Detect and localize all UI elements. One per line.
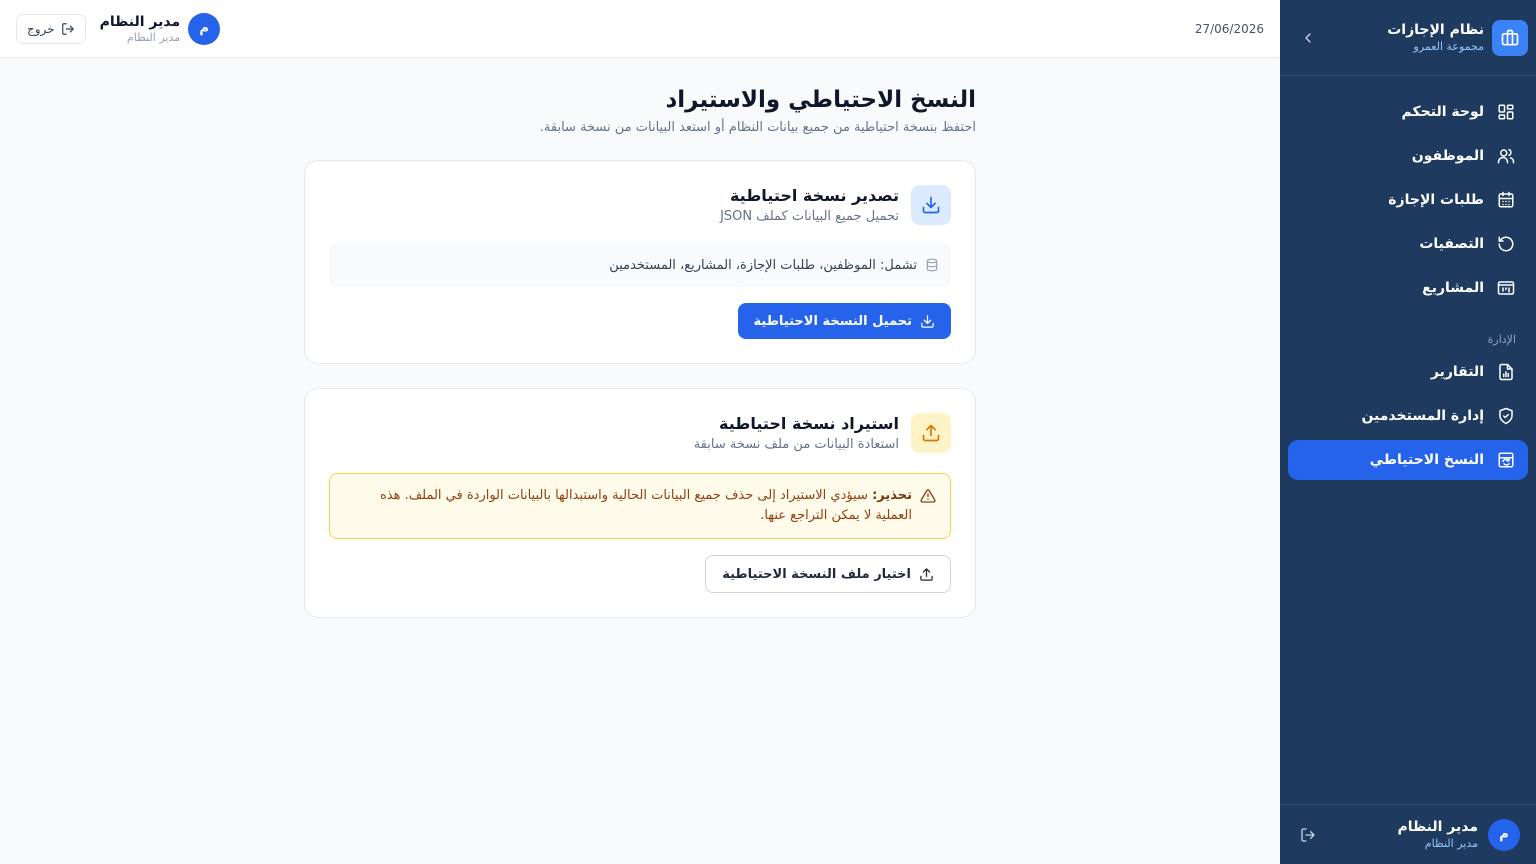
- rotate-icon: [1496, 234, 1516, 254]
- page-subtitle: احتفظ بنسخة احتياطية من جميع بيانات النظ…: [539, 120, 976, 135]
- topbar: 27/06/2026 م مدير النظام مدير النظام خرو…: [0, 0, 1280, 58]
- choose-backup-file-label: اختيار ملف النسخة الاحتياطية: [722, 566, 911, 582]
- download-icon: [911, 185, 951, 225]
- sidebar-item-backup[interactable]: النسخ الاحتياطي: [1288, 440, 1528, 480]
- top-user-name: مدير النظام: [99, 13, 181, 30]
- top-user: م مدير النظام مدير النظام خروج: [16, 12, 221, 45]
- briefcase-icon: [1492, 19, 1528, 56]
- current-date: 27/06/2026: [1194, 21, 1264, 36]
- main-content: النسخ الاحتياطي والاستيراد احتفظ بنسخة ا…: [0, 58, 1280, 864]
- collapse-sidebar-button[interactable]: [1292, 22, 1324, 54]
- sidebar-user-name: مدير النظام: [1397, 818, 1478, 835]
- sidebar-item-label: الموظفون: [1411, 148, 1484, 164]
- sidebar-item-label: النسخ الاحتياطي: [1369, 452, 1484, 468]
- sidebar-item-label: إدارة المستخدمين: [1361, 408, 1484, 424]
- users-icon: [1496, 146, 1516, 166]
- download-icon: [921, 314, 934, 328]
- admin-section-label: الإدارة: [1487, 333, 1516, 346]
- sidebar-item-user-management[interactable]: إدارة المستخدمين: [1288, 396, 1528, 436]
- import-card-title: استيراد نسخة احتياطية: [719, 414, 899, 433]
- top-user-role: مدير النظام: [126, 30, 181, 44]
- report-icon: [1496, 362, 1516, 382]
- sidebar-logout-button[interactable]: [1296, 823, 1320, 847]
- dashboard-icon: [1496, 102, 1516, 122]
- sidebar-item-label: التصفيات: [1419, 236, 1484, 252]
- brand-title: نظام الإجازات: [1387, 21, 1484, 38]
- export-card: تصدير نسخة احتياطية تحميل جميع البيانات …: [304, 160, 976, 364]
- sidebar-item-projects[interactable]: المشاريع: [1288, 268, 1528, 308]
- import-card-description: استعادة البيانات من ملف نسخة سابقة: [693, 437, 899, 452]
- sidebar-item-label: التقارير: [1430, 364, 1484, 380]
- calendar-icon: [1496, 190, 1516, 210]
- export-card-title: تصدير نسخة احتياطية: [729, 186, 899, 205]
- brand-subtitle: مجموعة العمرو: [1413, 39, 1484, 53]
- sidebar-item-leave-requests[interactable]: طلبات الإجازة: [1288, 180, 1528, 220]
- logout-button[interactable]: خروج: [16, 13, 86, 44]
- import-warning: تحذير: سيؤدي الاستيراد إلى حذف جميع البي…: [329, 473, 951, 539]
- sidebar-item-dashboard[interactable]: لوحة التحكم: [1288, 92, 1528, 132]
- upload-icon: [920, 567, 933, 581]
- sidebar: نظام الإجازات مجموعة العمرو لوحة التحكم …: [1280, 0, 1536, 864]
- backup-page: النسخ الاحتياطي والاستيراد احتفظ بنسخة ا…: [304, 84, 976, 618]
- warning-text: سيؤدي الاستيراد إلى حذف جميع البيانات ال…: [379, 488, 912, 523]
- logout-label: خروج: [27, 21, 55, 36]
- page-title: النسخ الاحتياطي والاستيراد: [665, 87, 976, 113]
- download-backup-label: تحميل النسخة الاحتياطية: [753, 313, 913, 329]
- sidebar-item-label: المشاريع: [1422, 280, 1484, 296]
- logout-icon: [61, 22, 74, 35]
- download-backup-button[interactable]: تحميل النسخة الاحتياطية: [737, 303, 951, 339]
- projects-icon: [1496, 278, 1516, 298]
- sidebar-item-employees[interactable]: الموظفون: [1288, 136, 1528, 176]
- sidebar-item-reports[interactable]: التقارير: [1288, 352, 1528, 392]
- avatar: م: [1488, 818, 1520, 851]
- database-icon: [926, 258, 938, 272]
- warning-label: تحذير:: [872, 488, 912, 503]
- sidebar-nav: لوحة التحكم الموظفون طلبات الإجازة التصف…: [1280, 76, 1536, 804]
- sidebar-user-role: مدير النظام: [1424, 836, 1478, 850]
- import-card: استيراد نسخة احتياطية استعادة البيانات م…: [304, 388, 976, 618]
- sidebar-item-settlements[interactable]: التصفيات: [1288, 224, 1528, 264]
- export-card-description: تحميل جميع البيانات كملف JSON: [720, 209, 899, 224]
- sidebar-item-label: طلبات الإجازة: [1388, 192, 1484, 208]
- sidebar-header: نظام الإجازات مجموعة العمرو: [1280, 0, 1536, 76]
- chevron-left-icon: [1305, 32, 1311, 43]
- logout-icon: [1301, 827, 1315, 842]
- backup-icon: [1496, 450, 1516, 470]
- upload-icon: [911, 413, 951, 453]
- choose-backup-file-button[interactable]: اختيار ملف النسخة الاحتياطية: [705, 555, 951, 593]
- export-includes-text: تشمل: الموظفين، طلبات الإجازة، المشاريع،…: [609, 257, 917, 273]
- sidebar-footer: م مدير النظام مدير النظام: [1280, 804, 1536, 864]
- avatar: م: [188, 12, 221, 45]
- shield-icon: [1496, 406, 1516, 426]
- sidebar-item-label: لوحة التحكم: [1401, 104, 1484, 120]
- export-includes-info: تشمل: الموظفين، طلبات الإجازة، المشاريع،…: [329, 243, 951, 287]
- warning-triangle-icon: [920, 489, 936, 503]
